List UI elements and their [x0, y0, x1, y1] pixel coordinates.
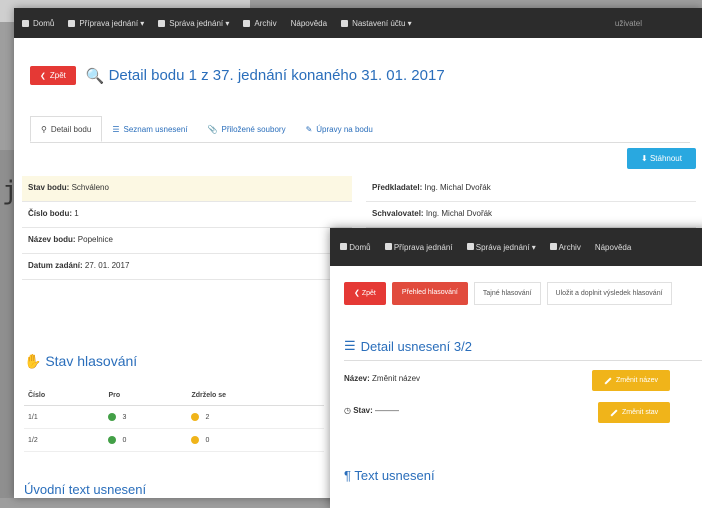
nav-user[interactable]: uživatel — [615, 19, 642, 28]
change-state-button[interactable]: Změnit stav — [598, 402, 671, 423]
nav-priprava[interactable]: Příprava jednání ▾ — [68, 19, 144, 28]
info-row-schvalovatel: Schvalovatel: Ing. Michal Dvořák — [366, 202, 696, 228]
info-row-cislo: Číslo bodu: 1 — [22, 202, 352, 228]
table-row: 1/1 3 2 — [24, 405, 324, 429]
divider — [344, 360, 702, 361]
edit-icon: ✎ — [305, 124, 313, 134]
title-row: ❮ Zpět 🔍 Detail bodu 1 z 37. jednání konan… — [30, 66, 445, 85]
info-row-nazev: Název bodu: Popelnice — [22, 228, 352, 254]
front-window: Domů Příprava jednání Správa jednání ▾ A… — [330, 228, 702, 508]
text-title: ¶ Text usnesení — [344, 468, 435, 483]
nav-priprava[interactable]: Příprava jednání — [384, 242, 453, 252]
front-navbar: Domů Příprava jednání Správa jednání ▾ A… — [330, 228, 702, 266]
paragraph-icon: ¶ — [344, 468, 355, 483]
list-icon — [466, 242, 474, 250]
intro-title: Úvodní text usnesení — [24, 482, 147, 497]
tab-seznam-usneseni[interactable]: ☰ Seznam usnesení — [102, 116, 197, 142]
top-navbar: Domů Příprava jednání ▾ Správa jednání ▾… — [14, 8, 702, 38]
nav-napoveda[interactable]: Nápověda — [595, 243, 631, 252]
front-button-row: ❮ Zpět Přehled hlasování Tajné hlasování… — [344, 282, 672, 305]
home-icon — [340, 242, 347, 250]
clock-icon: ◷ — [344, 406, 354, 415]
tajne-hlasovani-button[interactable]: Tajné hlasování — [473, 282, 541, 305]
gear-icon — [341, 19, 349, 27]
stray-character: j — [2, 176, 18, 206]
prehled-hlasovani-button[interactable]: Přehled hlasování — [391, 282, 468, 305]
download-button[interactable]: ⬇ Stáhnout — [627, 148, 696, 169]
detail-title: ☰ Detail usnesení 3/2 — [344, 338, 472, 354]
yellow-dot-icon — [191, 436, 200, 444]
col-cislo: Číslo — [24, 386, 105, 406]
people-icon — [68, 19, 76, 27]
download-icon: ⬇ — [641, 154, 650, 163]
tab-upravy[interactable]: ✎ Úpravy na bodu — [296, 116, 383, 142]
info-right: Předkladatel: Ing. Michal Dvořák Schvalo… — [366, 176, 696, 228]
nav-sprava[interactable]: Správa jednání ▾ — [466, 242, 536, 252]
tab-prilozene-soubory[interactable]: 📎 Přiložené soubory — [198, 116, 296, 142]
list-icon: ☰ — [344, 338, 356, 353]
pencil-icon — [610, 408, 618, 417]
nazev-row: Název: Změnit název — [344, 374, 421, 383]
nav-sprava[interactable]: Správa jednání ▾ — [158, 19, 229, 28]
voting-table: Číslo Pro Zdrželo se 1/1 3 2 1/2 0 0 — [24, 386, 324, 452]
search-icon: ⚲ — [41, 124, 47, 134]
list-icon: ☰ — [112, 124, 120, 134]
tab-bar: ⚲ Detail bodu ☰ Seznam usnesení 📎 Přiložené… — [30, 116, 690, 143]
info-left: Stav bodu: Schváleno Číslo bodu: 1 Název… — [22, 176, 352, 280]
info-row-datum: Datum zadání: 27. 01. 2017 — [22, 254, 352, 280]
nav-archiv[interactable]: Archiv — [243, 19, 277, 28]
nav-home[interactable]: Domů — [340, 242, 371, 252]
pencil-icon — [604, 376, 612, 385]
hand-icon: ✋ — [24, 353, 46, 369]
green-dot-icon — [108, 436, 117, 444]
back-button[interactable]: ❮ Zpět — [344, 282, 386, 305]
table-header: Číslo Pro Zdrželo se — [24, 386, 324, 406]
nav-nastaveni[interactable]: Nastavení účtu ▾ — [341, 19, 412, 28]
people-icon — [384, 242, 392, 250]
tab-detail-bodu[interactable]: ⚲ Detail bodu — [30, 116, 103, 142]
chevron-left-icon: ❮ — [354, 290, 362, 297]
col-pro: Pro — [104, 386, 188, 406]
archive-icon — [243, 19, 251, 27]
col-zdrzelo: Zdrželo se — [187, 386, 324, 406]
nav-home[interactable]: Domů — [22, 19, 54, 28]
list-icon — [158, 19, 166, 27]
info-row-predkladatel: Předkladatel: Ing. Michal Dvořák — [366, 176, 696, 202]
yellow-dot-icon — [191, 413, 200, 421]
back-button[interactable]: ❮ Zpět — [30, 66, 76, 85]
page-title: 🔍 Detail bodu 1 z 37. jednání konaného 31… — [85, 67, 445, 85]
archive-icon — [549, 242, 557, 250]
home-icon — [22, 19, 29, 27]
paperclip-icon: 📎 — [207, 124, 218, 134]
chevron-left-icon: ❮ — [40, 72, 46, 80]
table-row: 1/2 0 0 — [24, 428, 324, 452]
stav-row: ◷ Stav: ——— — [344, 406, 399, 415]
change-name-button[interactable]: Změnit název — [592, 370, 671, 391]
info-row-stav: Stav bodu: Schváleno — [22, 176, 352, 202]
voting-title: ✋ Stav hlasování — [24, 353, 138, 369]
nav-napoveda[interactable]: Nápověda — [291, 19, 327, 28]
green-dot-icon — [108, 413, 117, 421]
nav-archiv[interactable]: Archiv — [549, 242, 581, 252]
ulozit-button[interactable]: Uložit a doplnit výsledek hlasování — [546, 282, 672, 305]
search-icon: 🔍 — [85, 67, 105, 85]
